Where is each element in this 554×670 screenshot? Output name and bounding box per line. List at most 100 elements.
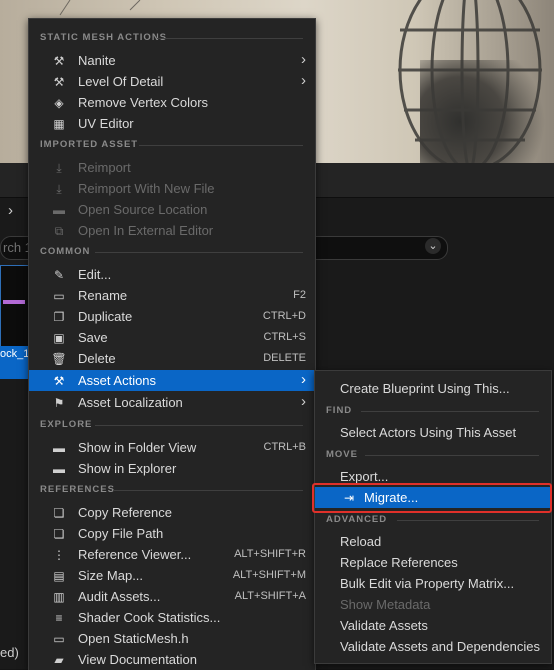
menu-item-label: Bulk Edit via Property Matrix... — [340, 576, 515, 591]
asset-name-label[interactable]: ock_1 — [0, 346, 28, 379]
section-title: COMMON — [40, 246, 91, 257]
code-file-icon: ▭ — [53, 632, 65, 646]
menu-item-label: Remove Vertex Colors — [78, 95, 209, 110]
menu-item-bulk-edit-via-property-matrix[interactable]: Bulk Edit via Property Matrix... — [315, 573, 551, 594]
menu-item-label: Validate Assets and Dependencies — [340, 639, 540, 654]
menu-item-view-documentation[interactable]: ▰ View Documentation — [29, 649, 315, 670]
asset-actions-submenu: Create Blueprint Using This... FIND Sele… — [314, 370, 552, 664]
menu-item-level-of-detail[interactable]: ⚒ Level Of Detail › — [29, 71, 315, 92]
shortcut-label: CTRL+B — [263, 441, 307, 453]
menu-item-label: Edit... — [78, 267, 112, 282]
menu-item-label: Copy Reference — [78, 505, 172, 520]
menu-item-replace-references[interactable]: Replace References — [315, 552, 551, 573]
menu-item-uv-editor[interactable]: ▦ UV Editor — [29, 113, 315, 134]
chevron-down-icon[interactable]: ⌄ — [425, 238, 441, 254]
section-title: ADVANCED — [326, 514, 388, 525]
section-title: REFERENCES — [40, 484, 115, 495]
wrench-icon: ⚒ — [53, 374, 65, 388]
menu-item-label: Audit Assets... — [78, 589, 161, 604]
menu-item-label: Show in Explorer — [78, 461, 177, 476]
menu-item-reference-viewer[interactable]: ⋮ Reference Viewer... ALT+SHIFT+R — [29, 544, 315, 565]
paint-remove-icon: ◈ — [54, 96, 64, 110]
external-icon: ⧉ — [54, 224, 64, 238]
section-references: REFERENCES — [29, 482, 315, 498]
section-divider — [365, 455, 539, 456]
grid-icon: ▦ — [53, 117, 65, 131]
menu-item-audit-assets[interactable]: ▥ Audit Assets... ALT+SHIFT+A — [29, 586, 315, 607]
size-map-icon: ▤ — [53, 569, 65, 583]
menu-item-reload[interactable]: Reload — [315, 531, 551, 552]
section-title: FIND — [326, 405, 353, 416]
menu-item-shader-cook-statistics[interactable]: ≡ Shader Cook Statistics... — [29, 607, 315, 628]
menu-item-label: Reload — [340, 534, 382, 549]
menu-item-label: Size Map... — [78, 568, 144, 583]
section-find: FIND — [315, 403, 551, 419]
audit-icon: ▥ — [53, 590, 65, 604]
menu-item-open-in-external-editor: ⧉ Open In External Editor — [29, 220, 315, 241]
reference-viewer-icon: ⋮ — [53, 548, 65, 562]
trash-icon: 🗑 — [51, 352, 67, 366]
wrench-icon: ⚒ — [53, 75, 65, 89]
migrate-highlight-box — [312, 483, 552, 513]
section-static-mesh-actions: STATIC MESH ACTIONS — [29, 30, 315, 46]
shortcut-label: DELETE — [263, 352, 306, 364]
menu-item-copy-reference[interactable]: ❏ Copy Reference — [29, 502, 315, 523]
import-icon: ⤓ — [56, 182, 62, 196]
folder-icon: ▬ — [53, 462, 65, 476]
menu-item-label: Rename — [78, 288, 128, 303]
section-divider — [113, 490, 303, 491]
menu-item-label: Validate Assets — [340, 618, 428, 633]
section-divider — [95, 252, 303, 253]
select-actors-item[interactable]: Select Actors Using This Asset — [315, 422, 551, 443]
menu-item-label: Level Of Detail — [78, 74, 164, 89]
menu-item-label: Reference Viewer... — [78, 547, 192, 562]
menu-item-open-staticmesh-h[interactable]: ▭ Open StaticMesh.h — [29, 628, 315, 649]
menu-item-label: Reimport With New File — [78, 181, 215, 196]
menu-item-copy-file-path[interactable]: ❏ Copy File Path — [29, 523, 315, 544]
chevron-right-icon[interactable]: › — [8, 202, 13, 219]
menu-item-label: Asset Actions — [78, 373, 157, 388]
section-explore: EXPLORE — [29, 417, 315, 433]
menu-item-label: View Documentation — [78, 652, 197, 667]
chevron-right-icon: › — [301, 371, 306, 388]
menu-item-nanite[interactable]: ⚒ Nanite › — [29, 50, 315, 71]
asset-context-menu: STATIC MESH ACTIONS ⚒ Nanite › ⚒ Level Of Det… — [28, 18, 316, 670]
menu-item-label: Duplicate — [78, 309, 133, 324]
menu-item-validate-assets[interactable]: Validate Assets — [315, 615, 551, 636]
menu-item-save[interactable]: ▣ Save CTRL+S — [29, 327, 315, 348]
menu-item-delete[interactable]: 🗑 Delete DELETE — [29, 348, 315, 369]
menu-item-label: Export... — [340, 469, 389, 484]
duplicate-icon: ❐ — [53, 310, 65, 324]
menu-item-rename[interactable]: ▭ Rename F2 — [29, 285, 315, 306]
menu-item-reimport-with-new-file: ⤓ Reimport With New File — [29, 178, 315, 199]
menu-item-asset-actions[interactable]: ⚒ Asset Actions › — [29, 370, 315, 391]
section-imported-asset: IMPORTED ASSET — [29, 137, 315, 153]
pencil-icon: ✎ — [53, 268, 65, 282]
menu-item-label: UV Editor — [78, 116, 134, 131]
menu-item-label: Create Blueprint Using This... — [340, 381, 510, 396]
menu-item-asset-localization[interactable]: ⚑ Asset Localization › — [29, 392, 315, 413]
menu-item-validate-assets-and-dependencies[interactable]: Validate Assets and Dependencies — [315, 636, 551, 657]
wrench-icon: ⚒ — [53, 54, 65, 68]
import-icon: ⤓ — [56, 161, 62, 175]
stats-icon: ≡ — [55, 611, 63, 625]
menu-item-duplicate[interactable]: ❐ Duplicate CTRL+D — [29, 306, 315, 327]
section-divider — [361, 411, 539, 412]
menu-item-label: Show in Folder View — [78, 440, 197, 455]
menu-item-label: Show Metadata — [340, 597, 431, 612]
menu-item-label: Save — [78, 330, 108, 345]
menu-item-show-in-folder-view[interactable]: ▬ Show in Folder View CTRL+B — [29, 437, 315, 458]
menu-item-edit[interactable]: ✎ Edit... — [29, 264, 315, 285]
shortcut-label: CTRL+D — [262, 310, 306, 322]
menu-item-label: Copy File Path — [78, 526, 164, 541]
section-divider — [397, 520, 539, 521]
asset-thumbnail[interactable] — [0, 265, 30, 349]
menu-item-size-map[interactable]: ▤ Size Map... ALT+SHIFT+M — [29, 565, 315, 586]
menu-item-remove-vertex-colors[interactable]: ◈ Remove Vertex Colors — [29, 92, 315, 113]
section-title: MOVE — [326, 449, 358, 460]
section-title: EXPLORE — [40, 419, 93, 430]
status-text: ed) — [0, 645, 19, 660]
menu-item-show-in-explorer[interactable]: ▬ Show in Explorer — [29, 458, 315, 479]
create-blueprint-item[interactable]: Create Blueprint Using This... — [315, 378, 551, 399]
menu-item-label: Select Actors Using This Asset — [340, 425, 517, 440]
